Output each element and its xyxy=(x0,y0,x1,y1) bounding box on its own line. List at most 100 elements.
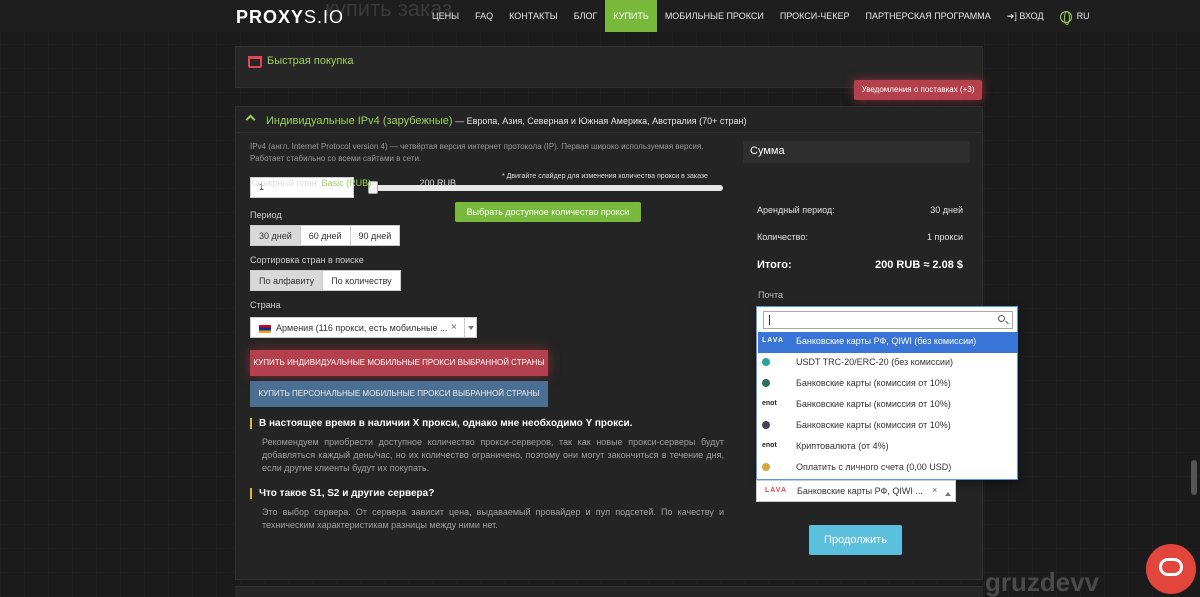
sort-option-count[interactable]: По количеству xyxy=(322,270,401,291)
payment-option[interactable]: enot Банковские карты (комиссия от 10%) xyxy=(758,395,1018,416)
nav-item-contacts[interactable]: КОНТАКТЫ xyxy=(501,0,566,32)
continue-button[interactable]: Продолжить xyxy=(809,525,902,555)
payment-method-dropdown: LAVA Банковские карты РФ, QIWI (без коми… xyxy=(756,306,1018,480)
login-label: ВХОД xyxy=(1019,11,1044,21)
nav-item-mobile-proxy[interactable]: МОБИЛЬНЫЕ ПРОКСИ xyxy=(657,0,772,32)
country-clear-button[interactable]: × xyxy=(451,322,457,333)
lava-logo-icon: LAVA xyxy=(765,487,788,494)
faq-question: В настоящее время в наличии X прокси, од… xyxy=(250,418,632,429)
nav-item-language[interactable]: RU xyxy=(1052,0,1098,32)
period-summary-label: Арендный период: xyxy=(757,205,835,215)
nav-item-blog[interactable]: БЛОГ xyxy=(566,0,606,32)
chevron-down-icon[interactable] xyxy=(464,318,477,337)
nav-item-faq[interactable]: FAQ xyxy=(467,0,501,32)
search-icon xyxy=(998,315,1005,322)
enot-logo-icon: enot xyxy=(762,400,777,407)
product-panel-header[interactable]: Индивидуальные IPv4 (зарубежные) — Европ… xyxy=(236,107,982,133)
sort-label: Сортировка стран в поиске xyxy=(250,255,364,265)
nav-item-prices[interactable]: ЦЕНЫ xyxy=(424,0,467,32)
period-option-90[interactable]: 90 дней xyxy=(349,225,401,246)
plan-name: Basic (RUB) xyxy=(321,178,372,188)
plan-price: 200 RUB xyxy=(419,178,456,188)
quantity-summary-value: 1 прокси xyxy=(927,232,963,242)
payment-option[interactable]: Банковские карты (комиссия от 10%) xyxy=(758,416,1018,437)
nav-item-partner[interactable]: ПАРТНЕРСКАЯ ПРОГРАММА xyxy=(858,0,999,32)
faq-question: Что такое S1, S2 и другие сервера? xyxy=(250,488,434,499)
product-title: Индивидуальные IPv4 (зарубежные) — Европ… xyxy=(266,115,747,127)
sort-option-alphabet[interactable]: По алфавиту xyxy=(250,270,324,291)
buy-personal-mobile-button[interactable]: КУПИТЬ ПЕРСОНАЛЬНЫЕ МОБИЛЬНЫЕ ПРОКСИ ВЫБ… xyxy=(250,381,548,407)
payment-option-label: Банковские карты (комиссия от 10%) xyxy=(796,420,951,430)
payment-option-label: Банковские карты (комиссия от 10%) xyxy=(796,378,951,388)
select-available-button[interactable]: Выбрать доступное количество прокси xyxy=(455,202,641,222)
text-cursor xyxy=(769,315,770,325)
freekassa-logo-icon xyxy=(762,421,792,431)
nav-item-buy[interactable]: КУПИТЬ xyxy=(605,0,657,32)
order-summary: Сумма xyxy=(743,141,970,163)
payment-option[interactable]: Банковские карты (комиссия от 10%) xyxy=(758,374,1018,395)
quantity-summary-label: Количество: xyxy=(757,232,808,242)
summary-header: Сумма xyxy=(743,141,970,163)
chat-icon xyxy=(1159,558,1183,576)
country-select[interactable]: Армения (116 прокси, есть мобильные ... … xyxy=(250,317,477,338)
period-option-60[interactable]: 60 дней xyxy=(299,225,351,246)
payment-option-label: Криптовалюта (от 4%) xyxy=(796,441,889,451)
logo-bold: PROXY xyxy=(236,7,305,27)
top-navbar: купить заказ PROXYS.IO ЦЕНЫ FAQ КОНТАКТЫ… xyxy=(0,0,1200,32)
summary-total-row: Итого: 200 RUB ≈ 2.08 $ xyxy=(757,259,963,271)
paypalych-logo-icon xyxy=(762,379,792,389)
payment-option[interactable]: USDT TRC-20/ERC-20 (без комиссии) xyxy=(758,353,1018,374)
site-logo[interactable]: PROXYS.IO xyxy=(236,7,344,28)
period-label: Период xyxy=(250,210,282,220)
nav-item-proxy-checker[interactable]: ПРОКСИ-ЧЕКЕР xyxy=(772,0,858,32)
payment-option[interactable]: LAVA Банковские карты РФ, QIWI (без коми… xyxy=(758,332,1018,353)
faq-answer: Рекомендуем приобрести доступное количес… xyxy=(262,437,724,473)
product-title-main: Индивидуальные IPv4 (зарубежные) xyxy=(266,115,453,127)
period-option-30[interactable]: 30 дней xyxy=(250,225,301,246)
language-label: RU xyxy=(1076,11,1090,21)
payment-selected-value: Банковские карты РФ, QIWI ... xyxy=(797,486,923,496)
quick-purchase-title: Быстрая покупка xyxy=(267,55,354,67)
balance-coins-icon xyxy=(762,463,792,473)
payment-option-label: Оплатить с личного счета (0,00 USD) xyxy=(796,462,952,472)
delivery-notifications-button[interactable]: Уведомления о поставках (+3) xyxy=(854,80,982,100)
total-value: 200 RUB ≈ 2.08 $ xyxy=(875,259,963,271)
product-description: IPv4 (англ. Internet Protocol version 4)… xyxy=(250,142,704,163)
armenia-flag-icon xyxy=(259,325,271,333)
chevron-up-icon xyxy=(245,114,256,125)
globe-icon xyxy=(1059,10,1072,25)
plan-label: Тарифный план: xyxy=(250,178,322,188)
faq-answer: Это выбор сервера. От сервера зависит це… xyxy=(262,507,724,530)
period-summary-value: 30 дней xyxy=(930,205,963,215)
payment-option-label: USDT TRC-20/ERC-20 (без комиссии) xyxy=(796,357,953,367)
enot-logo-icon: enot xyxy=(762,442,777,449)
next-product-panel[interactable] xyxy=(235,586,983,597)
scrollbar[interactable] xyxy=(1191,460,1197,495)
slider-hint: * Двигайте слайдер для изменения количес… xyxy=(502,173,708,180)
cryptocloud-logo-icon xyxy=(762,358,792,368)
period-selector: 30 дней 60 дней 90 дней xyxy=(250,225,401,246)
summary-period-row: Арендный период: 30 дней xyxy=(757,205,963,215)
nav-item-login[interactable]: ➜] ВХОД xyxy=(999,0,1052,32)
login-icon: ➜] xyxy=(1006,11,1017,21)
payment-method-label: Почта xyxy=(758,290,783,300)
cart-icon xyxy=(248,56,262,68)
country-select-value: Армения (116 прокси, есть мобильные ... xyxy=(276,323,448,333)
payment-option[interactable]: Оплатить с личного счета (0,00 USD) xyxy=(758,458,1018,479)
payment-search-input[interactable] xyxy=(763,311,1013,329)
payment-clear-button[interactable]: × xyxy=(932,485,937,495)
chat-button[interactable] xyxy=(1146,544,1196,594)
logo-thin: S.IO xyxy=(304,7,345,27)
payment-method-select[interactable]: LAVA Банковские карты РФ, QIWI ... × xyxy=(756,480,956,502)
total-label: Итого: xyxy=(757,259,792,271)
buy-individual-mobile-button[interactable]: КУПИТЬ ИНДИВИДУАЛЬНЫЕ МОБИЛЬНЫЕ ПРОКСИ В… xyxy=(250,350,548,376)
payment-option[interactable]: enot Криптовалюта (от 4%) xyxy=(758,437,1018,458)
country-label: Страна xyxy=(250,300,281,310)
summary-plan-row: Тарифный план: Basic (RUB) 200 RUB xyxy=(250,178,456,188)
summary-quantity-row: Количество: 1 прокси xyxy=(757,232,963,242)
product-title-regions: — Европа, Азия, Северная и Южная Америка… xyxy=(452,116,747,126)
payment-option-label: Банковские карты РФ, QIWI (без комиссии) xyxy=(796,336,977,346)
payment-option-label: Банковские карты (комиссия от 10%) xyxy=(796,399,951,409)
chevron-up-icon[interactable] xyxy=(945,489,951,496)
nav-menu: ЦЕНЫ FAQ КОНТАКТЫ БЛОГ КУПИТЬ МОБИЛЬНЫЕ … xyxy=(424,0,1098,32)
